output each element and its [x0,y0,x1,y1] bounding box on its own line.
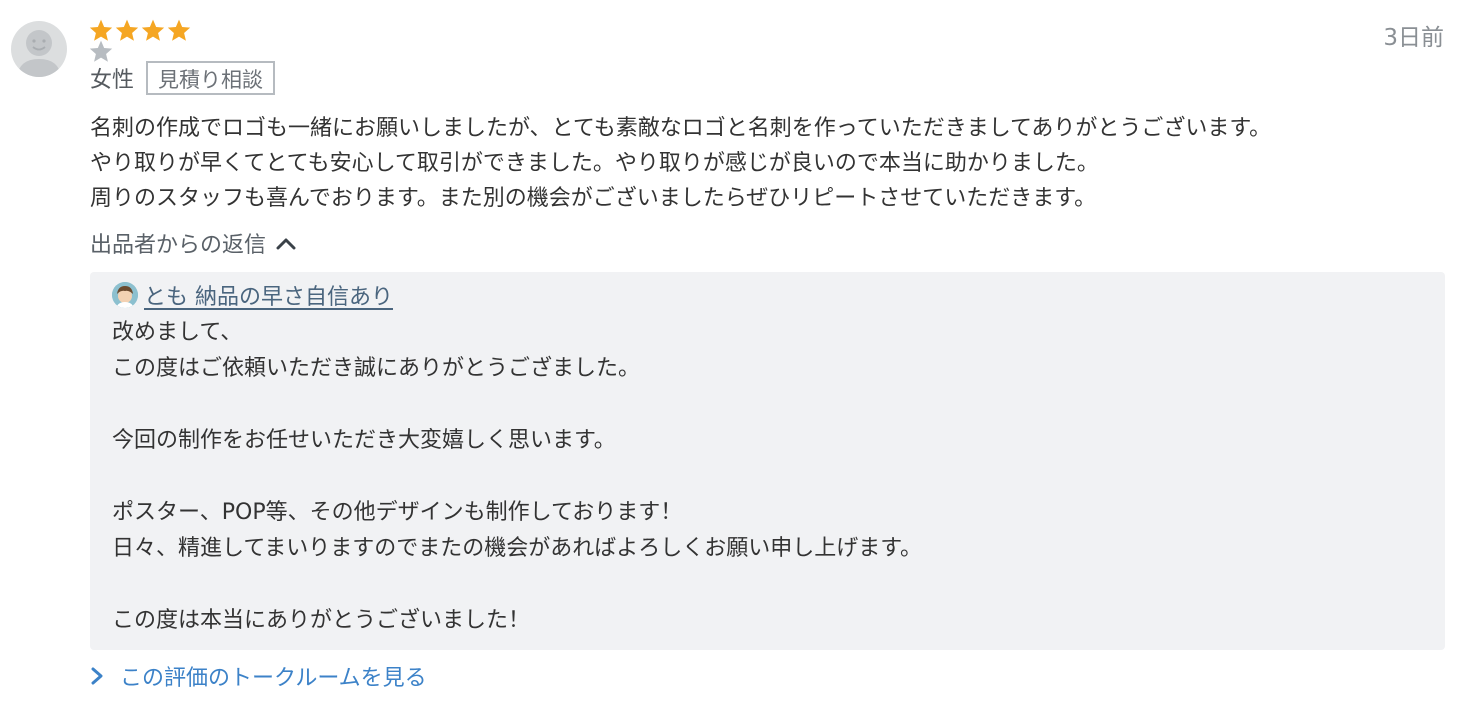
star-icon [141,19,165,41]
reply-text-line: 今回の制作をお任せいただき大変嬉しく思います。 [112,428,616,453]
reply-text-line: 改めまして、 [112,320,243,345]
reply-text-line [112,459,922,495]
seller-reply-toggle[interactable]: 出品者からの返信 [90,227,296,259]
star-icon [167,19,191,41]
reply-text-line [112,387,922,423]
seller-reply-text: 改めまして、この度はご依頼いただき誠にありがとうござました。 今回の制作をお任せい… [112,315,922,639]
review-text-line: 周りのスタッフも喜んでおります。また別の機会がございましたらぜひリピートさせてい… [90,186,1097,211]
default-user-avatar-icon [17,30,61,77]
seller-profile-link[interactable]: とも 納品の早さ自信あり [112,279,393,311]
seller-reply-box: とも 納品の早さ自信あり 改めまして、この度はご依頼いただき誠にありがとうござま… [90,272,1445,650]
reply-text-line: ポスター、POP等、その他デザインも制作しております！ [112,500,683,525]
chevron-right-icon [91,667,103,685]
star-icon [115,19,139,41]
review-timestamp: 3日前 [1383,25,1444,51]
reviewer-meta: 女性 見積り相談 [90,61,276,95]
review-text-line: 名刺の作成でロゴも一緒にお願いしましたが、とても素敵なロゴと名刺を作っていただき… [90,116,1272,141]
seller-avatar [112,282,138,308]
seller-name: とも 納品の早さ自信あり [144,285,393,310]
review-text: 名刺の作成でロゴも一緒にお願いしましたが、とても素敵なロゴと名刺を作っていただき… [90,111,1271,216]
talk-room-link-label: この評価のトークルームを見る [120,666,427,691]
review-text-line: やり取りが早くてとても安心して取引ができました。やり取りが感じが良いので本当に助… [90,151,1099,176]
reply-text-line: この度は本当にありがとうございました！ [112,608,531,633]
reply-text-line: 日々、精進してまいりますのでまたの機会があればよろしくお願い申し上げます。 [112,536,923,561]
seller-avatar-icon [112,282,138,308]
reviewer-gender: 女性 [90,68,135,93]
reply-text-line: この度はご依頼いただき誠にありがとうござました。 [112,356,641,381]
reviewer-avatar [11,21,67,77]
request-type-tag: 見積り相談 [146,61,276,95]
seller-reply-toggle-label: 出品者からの返信 [90,233,267,258]
star-rating [88,18,228,66]
chevron-up-icon [276,238,296,250]
reply-text-line [112,567,922,603]
talk-room-link[interactable]: この評価のトークルームを見る [90,660,427,692]
